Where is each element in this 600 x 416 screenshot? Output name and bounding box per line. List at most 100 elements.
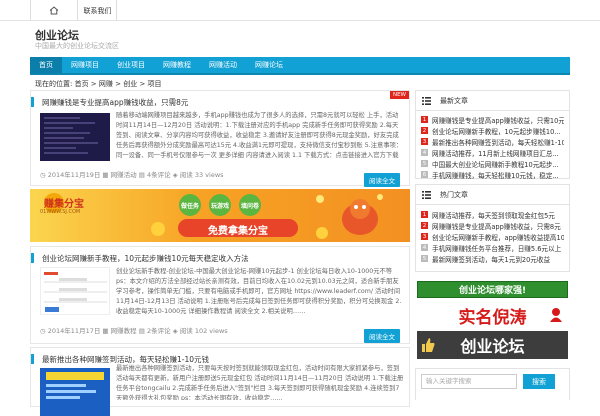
rank-number: 2 xyxy=(421,127,428,134)
search-input[interactable]: 输入关键字搜索 xyxy=(421,374,517,389)
list-item[interactable]: 4 手机网赚赚钱任务平台推荐，日赚5.6元以上 xyxy=(421,242,564,253)
post-title[interactable]: 最新推出各种网赚签到活动，每天轻松赚1-10元钱 xyxy=(31,354,391,364)
post-views: 阅读 102 views xyxy=(179,327,228,335)
list-item[interactable]: 4 网赚活动推荐，11月新上线网赚项目汇总... xyxy=(421,147,564,158)
sidebar-ad[interactable]: 创业论坛哪家强! 实名倪涛 创业论坛 xyxy=(415,281,570,364)
rank-number: 2 xyxy=(421,222,428,229)
thumbnail-image xyxy=(40,368,110,416)
banner-brand: 赚集分宝 xyxy=(44,199,84,210)
rank-number: 5 xyxy=(421,160,428,167)
post-thumbnail[interactable] xyxy=(40,368,110,416)
list-item-label[interactable]: 中国最大创业论坛网赚新手教程10元起步... xyxy=(432,159,559,169)
list-item-label[interactable]: 创业论坛网赚新手教程，10元起步赚钱10... xyxy=(432,126,561,136)
widget-header: 最新文章 xyxy=(416,91,569,111)
rank-number: 6 xyxy=(421,171,428,178)
list-item-label[interactable]: 网赚活动推荐，每天签到领取现金红包5元 xyxy=(432,210,555,220)
list-item-label[interactable]: 网赚赚钱是专业提高app赚钱收益，只需10元... xyxy=(432,115,564,125)
read-more-button[interactable]: 阅读全文 xyxy=(364,329,400,343)
post-card: 网赚赚钱是专业提高app赚钱收益，只需8元 NEW 随着移动端网赚项目越来越多，… xyxy=(30,90,410,187)
list-item[interactable]: 2 创业论坛网赚新手教程，10元起步赚钱10... xyxy=(421,125,564,136)
views-icon: ◈ xyxy=(172,171,178,179)
rank-number: 5 xyxy=(421,255,428,262)
widget-title: 最新文章 xyxy=(440,96,468,105)
list-icon xyxy=(422,190,431,199)
list-item-label[interactable]: 最新推出各种网赚签到活动，每天轻松赚1-10... xyxy=(432,137,564,147)
contact-link[interactable]: 联系我们 xyxy=(79,0,117,21)
post-comments[interactable]: 4条评论 xyxy=(147,171,171,179)
rank-number: 1 xyxy=(421,116,428,123)
banner-ad[interactable]: 赚集分宝 01WWW.SJ.COM 做任务 玩游戏 填问卷 免费拿集分宝 xyxy=(30,189,410,242)
clock-icon: ◷ xyxy=(40,171,46,179)
rank-number: 4 xyxy=(421,149,428,156)
list-item-label[interactable]: 手机网赚赚钱任务平台推荐，日赚5.6元以上 xyxy=(432,243,561,253)
rank-number: 3 xyxy=(421,138,428,145)
category-icon: ▦ xyxy=(102,171,109,179)
list-item-label[interactable]: 网赚赚钱是专业提高app赚钱收益，只需8元 xyxy=(432,221,561,231)
nav-item-home[interactable]: 首页 xyxy=(30,57,62,73)
rank-number: 4 xyxy=(421,244,428,251)
list-item[interactable]: 5 最新网赚签到活动，每天1元到20元收益 xyxy=(421,253,564,264)
user-icon xyxy=(550,308,562,322)
post-thumbnail[interactable] xyxy=(40,113,110,161)
post-category[interactable]: 网赚教程 xyxy=(111,327,137,335)
post-category[interactable]: 网赚活动 xyxy=(111,171,137,179)
main-nav: 首页 网赚项目 创业项目 网赚教程 网赚活动 网赚论坛 xyxy=(30,57,570,75)
nav-item-projects[interactable]: 网赚项目 xyxy=(62,57,108,73)
post-meta: ◷ 2014年11月17日 ▦ 网赚教程 ▤ 2条评论 ◈ 阅读 102 vie… xyxy=(40,325,228,335)
category-icon: ▦ xyxy=(102,327,109,335)
post-comments[interactable]: 2条评论 xyxy=(147,327,171,335)
thumbnail-image xyxy=(40,113,110,161)
post-card: 创业论坛网赚新手教程，10元起步赚钱10元每天稳定收入方法 创业论坛新手教程-创… xyxy=(30,246,410,344)
post-title[interactable]: 创业论坛网赚新手教程，10元起步赚钱10元每天稳定收入方法 xyxy=(31,253,391,263)
latest-posts-widget: 最新文章 1 网赚赚钱是专业提高app赚钱收益，只需10元... 2 创业论坛网赚新… xyxy=(415,90,570,180)
hot-posts-widget: 热门文章 1 网赚活动推荐，每天签到领取现金红包5元 2 网赚赚钱是专业提高app赚… xyxy=(415,184,570,272)
widget-header: 热门文章 xyxy=(416,185,569,205)
post-views: 阅读 33 views xyxy=(179,171,224,179)
new-badge: NEW xyxy=(389,91,409,99)
list-item[interactable]: 6 手机网赚赚钱，每天轻松赚10元钱，稳定... xyxy=(421,169,564,180)
list-item-label[interactable]: 手机网赚赚钱，每天轻松赚10元钱，稳定... xyxy=(432,170,559,180)
comment-icon: ▤ xyxy=(138,327,145,335)
home-button[interactable] xyxy=(30,0,78,21)
nav-item-events[interactable]: 网赚活动 xyxy=(200,57,246,73)
banner-tag: 做任务 xyxy=(180,203,199,210)
top-bar: 联系我们 xyxy=(0,0,600,21)
post-meta: ◷ 2014年11月19日 ▦ 网赚活动 ▤ 4条评论 ◈ 阅读 33 view… xyxy=(40,169,224,179)
list-item[interactable]: 3 创业论坛网赚新手教程，app赚钱收益提高10元以上 xyxy=(421,231,564,242)
thumbs-up-icon xyxy=(422,338,435,352)
list-item[interactable]: 1 网赚活动推荐，每天签到领取现金红包5元 xyxy=(421,209,564,220)
widget-title: 热门文章 xyxy=(440,190,468,199)
banner-slogan: 免费拿集分宝 xyxy=(208,226,268,237)
ad-line-3: 创业论坛 xyxy=(417,331,568,359)
list-item[interactable]: 3 最新推出各种网赚签到活动，每天轻松赚1-10... xyxy=(421,136,564,147)
breadcrumb: 现在的位置: 首页 > 网赚 > 创业 > 项目 xyxy=(35,80,162,88)
banner-brand-sub: 01WWW.SJ.COM xyxy=(40,209,81,215)
rank-number: 3 xyxy=(421,233,428,240)
ad-line-1: 创业论坛哪家强! xyxy=(417,281,568,298)
nav-item-startup[interactable]: 创业项目 xyxy=(108,57,154,73)
post-title[interactable]: 网赚赚钱是专业提高app赚钱收益，只需8元 xyxy=(31,97,391,107)
home-icon xyxy=(49,6,59,15)
list-item[interactable]: 5 中国最大创业论坛网赚新手教程10元起步... xyxy=(421,158,564,169)
post-card: 最新推出各种网赚签到活动，每天轻松赚1-10元钱 最新推出各种网赚签到活动，只要… xyxy=(30,347,410,416)
list-item-label[interactable]: 网赚活动推荐，11月新上线网赚项目汇总... xyxy=(432,148,559,158)
search-button[interactable]: 搜索 xyxy=(523,374,555,389)
site-subtitle: 中国最大的创业论坛交流区 xyxy=(35,42,119,50)
post-excerpt: 随着移动端网赚项目越来越多，手机app赚钱也成为了很多人的选择，只需8元就可以轻… xyxy=(116,112,403,159)
search-widget: 输入关键字搜索 搜索 xyxy=(415,368,570,400)
ad-line-2: 实名倪涛 xyxy=(458,307,527,328)
read-more-button[interactable]: 阅读全文 xyxy=(364,173,400,187)
banner-tag: 玩游戏 xyxy=(210,203,229,210)
list-item[interactable]: 1 网赚赚钱是专业提高app赚钱收益，只需10元... xyxy=(421,114,564,125)
post-excerpt: 最新推出各种网赚签到活动，只要每天按时签到就能领取现金红包，活动时间有限大家抓紧… xyxy=(116,365,404,400)
post-date: 2014年11月19日 xyxy=(47,171,101,179)
nav-item-tutorials[interactable]: 网赚教程 xyxy=(154,57,200,73)
nav-item-forum[interactable]: 网赚论坛 xyxy=(246,57,292,73)
list-item[interactable]: 2 网赚赚钱是专业提高app赚钱收益，只需8元 xyxy=(421,220,564,231)
list-item-label[interactable]: 创业论坛网赚新手教程，app赚钱收益提高10元以上 xyxy=(432,232,564,242)
views-icon: ◈ xyxy=(172,327,178,335)
list-icon xyxy=(422,96,431,105)
list-item-label[interactable]: 最新网赚签到活动，每天1元到20元收益 xyxy=(432,254,550,264)
post-thumbnail[interactable] xyxy=(40,267,110,315)
thumbnail-image xyxy=(41,268,109,314)
